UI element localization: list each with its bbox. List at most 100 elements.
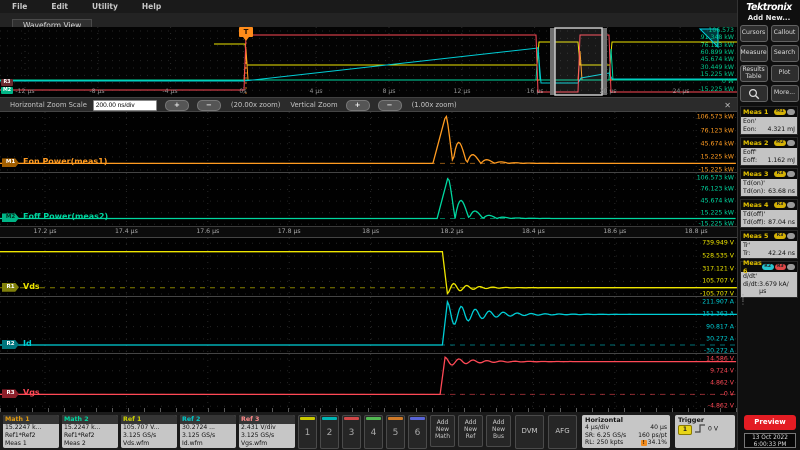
channel-button-4[interactable]: 4 [364, 415, 383, 449]
source-badge-ref3[interactable]: Ref 32.431 V/div3.125 GS/sVgs.wfm [239, 415, 295, 448]
v-zoom-minus-button[interactable]: − [378, 100, 402, 111]
overview-y-label: 76.123 kW [701, 42, 734, 49]
panel-vds[interactable]: R1Vds739.949 V528.535 V317.121 V105.707 … [0, 237, 737, 297]
meas-card-2[interactable]: Meas 2M2Eoff'Eoff:1.162 mJ [740, 137, 798, 166]
add-new-bus-button[interactable]: Add New Bus [486, 415, 511, 447]
channel-number: 3 [343, 421, 360, 445]
menu-edit[interactable]: Edit [39, 2, 80, 11]
meas-title: Meas 1 [743, 108, 774, 116]
meas-card-6[interactable]: Meas 6R2R3d/dt'di/dt:3.679 kA/µs [740, 261, 798, 298]
source-info-line: Meas 1 [3, 440, 59, 448]
meas-options-pill[interactable] [787, 171, 795, 177]
panel-eoff-power-meas2-[interactable]: M2Eoff Power(meas2)106.573 kW76.123 kW45… [0, 172, 737, 227]
meas-options-pill[interactable] [787, 264, 795, 270]
panel-y-label: 14.586 V [706, 355, 734, 362]
menu-file[interactable]: File [0, 2, 39, 11]
panel-drag-handle[interactable]: ⋮⋮ [739, 296, 747, 304]
meas-title: Meas 3 [743, 170, 774, 178]
time-axis-label: 18.6 µs [603, 228, 626, 235]
overview-x-label: 8 µs [382, 88, 395, 95]
afg-button[interactable]: AFG [548, 415, 577, 449]
close-zoom-icon[interactable]: ✕ [724, 101, 731, 110]
source-info-line: 30.2724 ... [180, 424, 236, 432]
panel-y-label: 15.225 kW [701, 153, 734, 160]
meas-source-badge: R3 [774, 171, 786, 177]
meas-value: 1.162 mJ [767, 157, 795, 165]
overview-y-label: 60.899 kW [701, 49, 734, 56]
zoom-plot-icon[interactable] [740, 85, 768, 102]
channel-button-6[interactable]: 6 [408, 415, 427, 449]
date-text: 13 Oct 2022 [745, 435, 795, 442]
measure-button[interactable]: Measure [740, 45, 768, 62]
cursors-button[interactable]: Cursors [740, 25, 768, 42]
time-axis-label: 18.4 µs [522, 228, 545, 235]
meas-row-label: Eoff: [743, 157, 757, 165]
overview-source-badge[interactable]: R3 [1, 79, 13, 86]
panel-y-label: 76.123 kW [701, 127, 734, 134]
h-zoom-plus-button[interactable]: + [165, 100, 189, 111]
source-info-line: 15.2247 k... [62, 424, 118, 432]
meas-options-pill[interactable] [787, 202, 795, 208]
callout-button[interactable]: Callout [771, 25, 799, 42]
overview-source-badge[interactable]: M2 [1, 87, 13, 94]
panel-y-label: 151.362 A [702, 311, 734, 318]
meas-card-5[interactable]: Meas 5R3Tr'Tr:42.24 ns [740, 230, 798, 259]
meas-card-1[interactable]: Meas 1M1Eon'Eon:4.321 mJ [740, 106, 798, 135]
panel-y-label: 106.573 kW [697, 114, 734, 121]
h-zoom-scale-label: Horizontal Zoom Scale [10, 101, 87, 109]
source-name: Ref 2 [180, 415, 236, 424]
meas-card-4[interactable]: Meas 4R3Td(off)'Td(off):87.04 ns [740, 199, 798, 228]
trigger-marker-icon[interactable]: T [239, 27, 253, 37]
source-badge-ref2[interactable]: Ref 230.2724 ...3.125 GS/sId.wfm [180, 415, 236, 448]
meas-options-pill[interactable] [787, 233, 795, 239]
datetime-display: 13 Oct 2022 6:00:33 PM [744, 433, 796, 448]
h-zoom-factor: (20.00x zoom) [231, 101, 280, 109]
overview-waveform[interactable]: 106.57391.348 kW76.123 kW60.899 kW45.674… [0, 27, 737, 97]
add-new-ref-button[interactable]: Add New Ref [458, 415, 483, 447]
channel-button-1[interactable]: 1 [298, 415, 317, 449]
horizontal-value: 160 ps/pt [638, 432, 667, 440]
source-info-line: Vgs.wfm [239, 440, 295, 448]
h-zoom-minus-button[interactable]: − [197, 100, 221, 111]
search-button[interactable]: Search [771, 45, 799, 62]
zoom-toolbar: Horizontal Zoom Scale + − (20.00x zoom) … [0, 97, 737, 112]
meas-options-pill[interactable] [787, 109, 795, 115]
overview-x-label: 16 µs [526, 88, 543, 95]
panel-vgs[interactable]: R3Vgs14.586 V9.724 V4.862 V0 V-4.862 V [0, 353, 737, 409]
menu-help[interactable]: Help [130, 2, 173, 11]
time-axis-label: 17.4 µs [115, 228, 138, 235]
trigger-settings[interactable]: Trigger10 V [675, 415, 735, 448]
preview-button[interactable]: Preview [744, 415, 796, 430]
panel-y-label: 317.121 V [702, 265, 734, 272]
add-new-math-button[interactable]: Add New Math [430, 415, 455, 447]
panel-id[interactable]: R2Id211.907 A151.362 A90.817 A30.272 A-3… [0, 296, 737, 354]
horizontal-settings[interactable]: Horizontal4 µs/div40 µsSR: 6.25 GS/s160 … [582, 415, 670, 448]
zoomed-waveform-panels: M1Eon Power(meas1)106.573 kW76.123 kW45.… [0, 111, 737, 412]
plot-button[interactable]: Plot [771, 65, 799, 82]
h-zoom-scale-input[interactable] [93, 100, 157, 111]
overview-x-label: 24 µs [672, 88, 689, 95]
dvm-button[interactable]: DVM [515, 415, 544, 449]
channel-button-3[interactable]: 3 [342, 415, 361, 449]
v-zoom-plus-button[interactable]: + [346, 100, 370, 111]
results-table-button[interactable]: Results Table [740, 65, 768, 82]
channel-number: 4 [365, 421, 382, 445]
overview-x-label: 4 µs [309, 88, 322, 95]
channel-button-5[interactable]: 5 [386, 415, 405, 449]
overview-x-label: -4 µs [162, 88, 177, 95]
sidebar-buttons: CursorsCalloutMeasureSearchResults Table… [738, 25, 800, 102]
channel-button-2[interactable]: 2 [320, 415, 339, 449]
panel-label: Vds [23, 282, 40, 291]
source-badge-math2[interactable]: Math 215.2247 k...Ref1*Ref2Meas 2 [62, 415, 118, 448]
channel-color-strip [322, 417, 337, 420]
panel-eon-power-meas1-[interactable]: M1Eon Power(meas1)106.573 kW76.123 kW45.… [0, 111, 737, 173]
source-info-line: Ref1*Ref2 [62, 432, 118, 440]
menu-utility[interactable]: Utility [80, 2, 130, 11]
meas-value: 4.321 mJ [767, 126, 795, 134]
more--button[interactable]: More... [771, 85, 799, 102]
meas-name: Eon' [743, 118, 795, 126]
source-badge-ref1[interactable]: Ref 1105.707 V...3.125 GS/sVds.wfm [121, 415, 177, 448]
meas-card-3[interactable]: Meas 3R3Td(on)'Td(on):63.68 ns [740, 168, 798, 197]
meas-options-pill[interactable] [787, 140, 795, 146]
source-badge-math1[interactable]: Math 115.2247 k...Ref1*Ref2Meas 1 [3, 415, 59, 448]
